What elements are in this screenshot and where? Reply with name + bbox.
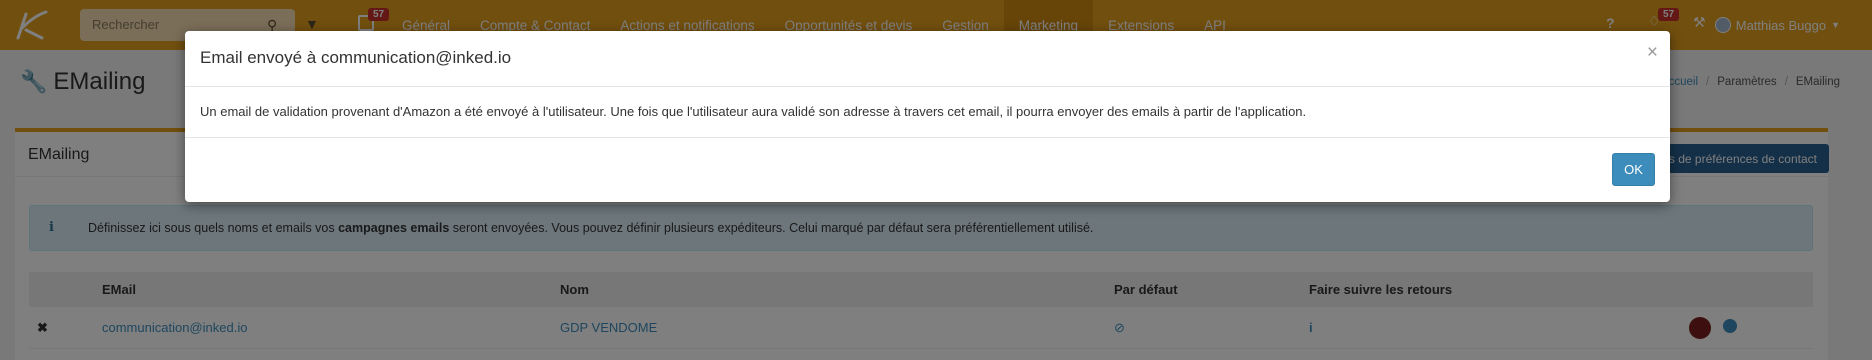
dialog-title: Email envoyé à communication@inked.io	[200, 48, 512, 67]
dialog-footer: OK	[185, 138, 1670, 202]
ok-button[interactable]: OK	[1612, 153, 1655, 186]
email-sent-dialog: Email envoyé à communication@inked.io × …	[185, 31, 1670, 202]
dialog-header: Email envoyé à communication@inked.io ×	[185, 31, 1670, 87]
dialog-body: Un email de validation provenant d'Amazo…	[185, 87, 1670, 138]
close-icon[interactable]: ×	[1647, 43, 1658, 62]
dialog-message: Un email de validation provenant d'Amazo…	[200, 104, 1307, 119]
